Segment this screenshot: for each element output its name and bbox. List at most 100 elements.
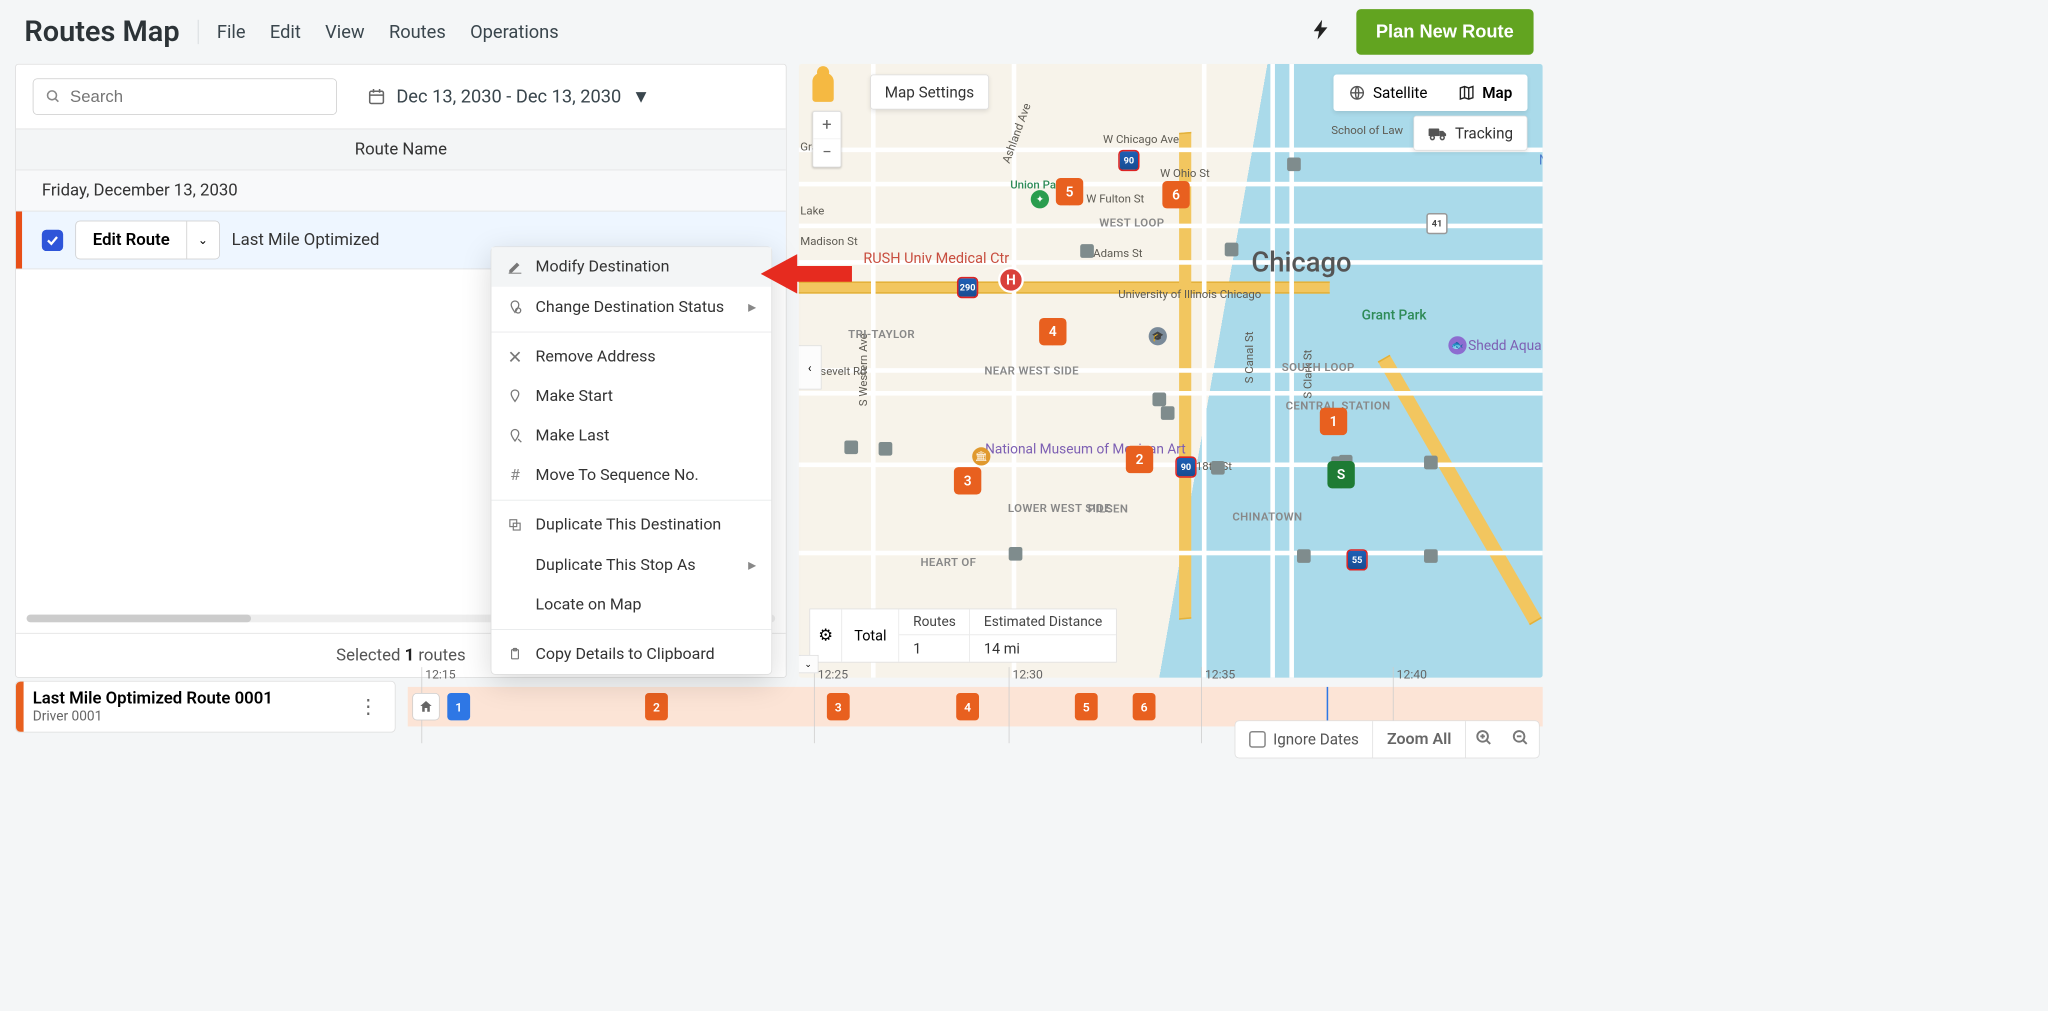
date-range-picker[interactable]: Dec 13, 2030 - Dec 13, 2030 ▼ xyxy=(367,86,650,108)
row-checkbox[interactable] xyxy=(42,229,63,250)
route-name-label: Last Mile Optimized xyxy=(232,230,380,249)
map-label: W Ohio St xyxy=(1160,167,1210,181)
cm-make-start[interactable]: Make Start xyxy=(491,377,771,417)
menu-file[interactable]: File xyxy=(217,21,246,42)
ignore-dates-checkbox[interactable]: Ignore Dates xyxy=(1235,721,1373,758)
kebab-menu-button[interactable]: ⋮ xyxy=(358,695,378,718)
totals-summary: ⚙ Total Routes 1 Estimated Distance 14 m… xyxy=(809,609,1116,663)
transit-poi-icon xyxy=(1424,549,1438,563)
map-label-area: LOWER WEST SIDE xyxy=(1008,501,1076,515)
map-label: Madison St xyxy=(800,234,857,248)
map-stop-marker[interactable]: 3 xyxy=(954,467,981,494)
timeline-home-button[interactable] xyxy=(412,693,439,720)
collapse-panel-button[interactable]: ‹ xyxy=(799,345,822,389)
map-stop-marker[interactable]: 1 xyxy=(1320,408,1347,435)
timeline-stop-marker[interactable]: 5 xyxy=(1075,693,1098,720)
time-tick: 12:35 xyxy=(1201,667,1235,743)
map-label: W Chicago Ave xyxy=(1103,132,1179,146)
cm-modify-destination[interactable]: Modify Destination xyxy=(491,247,771,287)
transit-poi-icon xyxy=(1080,244,1094,258)
map-type-map[interactable]: Map xyxy=(1443,75,1528,112)
map-label: University of Illinois Chicago xyxy=(1118,288,1261,302)
zoom-all-button[interactable]: Zoom All xyxy=(1373,721,1466,758)
clipboard-icon xyxy=(507,646,524,663)
cm-make-last[interactable]: Make Last xyxy=(491,416,771,456)
chevron-right-icon: ▸ xyxy=(748,555,756,574)
museum-poi-icon: 🏛 xyxy=(972,447,990,465)
map-label-area: NEAR WEST SIDE xyxy=(984,364,1068,378)
menu-edit[interactable]: Edit xyxy=(270,21,301,42)
totals-routes-header: Routes xyxy=(899,609,969,635)
map-label: National Museum of Mexican Art xyxy=(985,441,1099,457)
cm-change-status[interactable]: Change Destination Status ▸ xyxy=(491,287,771,327)
menu-operations[interactable]: Operations xyxy=(470,21,559,42)
cm-duplicate-destination[interactable]: Duplicate This Destination xyxy=(491,505,771,545)
edit-route-button[interactable]: Edit Route xyxy=(76,221,187,258)
map-stop-marker[interactable]: 5 xyxy=(1056,178,1083,205)
zoom-out-button[interactable]: − xyxy=(813,139,840,166)
divider xyxy=(198,20,199,44)
timeline-stop-marker[interactable]: 3 xyxy=(827,693,850,720)
timeline-route-card[interactable]: Last Mile Optimized Route 0001 Driver 00… xyxy=(15,681,395,733)
edit-route-dropdown-button[interactable]: ⌄ xyxy=(187,221,218,258)
map-label-chicago: Chicago xyxy=(1251,246,1351,278)
timeline-stop-marker[interactable]: 6 xyxy=(1133,693,1156,720)
table-date-group: Friday, December 13, 2030 xyxy=(16,170,786,211)
map-settings-button[interactable]: Map Settings xyxy=(870,75,988,110)
cm-copy-clipboard[interactable]: Copy Details to Clipboard xyxy=(491,634,771,674)
map-stop-marker[interactable]: 6 xyxy=(1162,181,1189,208)
menu-routes[interactable]: Routes xyxy=(389,21,446,42)
map-label-area: HEART OF xyxy=(920,555,976,569)
timeline-stop-marker[interactable]: 4 xyxy=(956,693,979,720)
lightning-icon[interactable] xyxy=(1313,19,1328,44)
time-tick: 12:30 xyxy=(1009,667,1043,743)
shield-icon: 55 xyxy=(1346,549,1367,570)
cm-move-sequence[interactable]: # Move To Sequence No. xyxy=(491,456,771,496)
transit-poi-icon xyxy=(1297,549,1311,563)
map-start-marker[interactable]: S xyxy=(1327,461,1354,488)
plan-new-route-button[interactable]: Plan New Route xyxy=(1356,9,1534,55)
home-icon xyxy=(418,699,433,714)
totals-distance-value: 14 mi xyxy=(970,635,1116,662)
menu-view[interactable]: View xyxy=(325,21,364,42)
globe-icon xyxy=(1349,84,1366,101)
map-stop-marker[interactable]: 4 xyxy=(1039,318,1066,345)
transit-poi-icon xyxy=(844,440,858,454)
map-label: Nav xyxy=(1539,152,1543,168)
streetview-pegman[interactable] xyxy=(812,73,833,102)
search-icon xyxy=(46,88,61,105)
map-label: RUSH Univ Medical Ctr xyxy=(863,250,1009,267)
park-poi-icon: ✦ xyxy=(1031,190,1049,208)
cm-locate-on-map[interactable]: Locate on Map xyxy=(491,585,771,625)
cm-duplicate-stop-as[interactable]: Duplicate This Stop As ▸ xyxy=(491,545,771,585)
map-label: S Western Ave xyxy=(857,333,871,406)
chevron-down-icon: ⌄ xyxy=(198,233,208,247)
pin-start-icon xyxy=(507,388,524,405)
shield-icon: 290 xyxy=(957,277,978,298)
search-input-wrapper[interactable] xyxy=(33,78,337,115)
hash-icon: # xyxy=(507,467,524,484)
chevron-right-icon: ▸ xyxy=(748,297,756,316)
timeline-stop-marker[interactable]: 1 xyxy=(447,693,470,720)
tracking-button[interactable]: Tracking xyxy=(1413,116,1527,151)
school-poi-icon: 🎓 xyxy=(1149,327,1167,345)
table-header-route-name: Route Name xyxy=(16,129,786,171)
totals-distance-header: Estimated Distance xyxy=(970,609,1116,635)
pencil-icon xyxy=(507,259,524,276)
totals-toggle-button[interactable]: ⌄ xyxy=(799,655,819,673)
timeline-stop-marker[interactable]: 2 xyxy=(645,693,668,720)
map-type-satellite[interactable]: Satellite xyxy=(1333,75,1442,112)
pin-end-icon xyxy=(507,428,524,445)
search-input[interactable] xyxy=(70,87,324,107)
aquarium-poi-icon: 🐟 xyxy=(1448,336,1466,354)
map-label: W Fulton St xyxy=(1086,192,1144,206)
zoom-out-timeline-button[interactable] xyxy=(1502,721,1539,758)
totals-routes-value: 1 xyxy=(899,635,969,662)
zoom-in-timeline-button[interactable] xyxy=(1466,721,1503,758)
zoom-in-button[interactable]: + xyxy=(813,112,840,139)
totals-settings-button[interactable]: ⚙ xyxy=(810,609,842,661)
timeline-driver-label: Driver 0001 xyxy=(33,708,273,724)
cm-remove-address[interactable]: Remove Address xyxy=(491,337,771,377)
map-stop-marker[interactable]: 2 xyxy=(1126,446,1153,473)
duplicate-icon xyxy=(507,517,524,534)
